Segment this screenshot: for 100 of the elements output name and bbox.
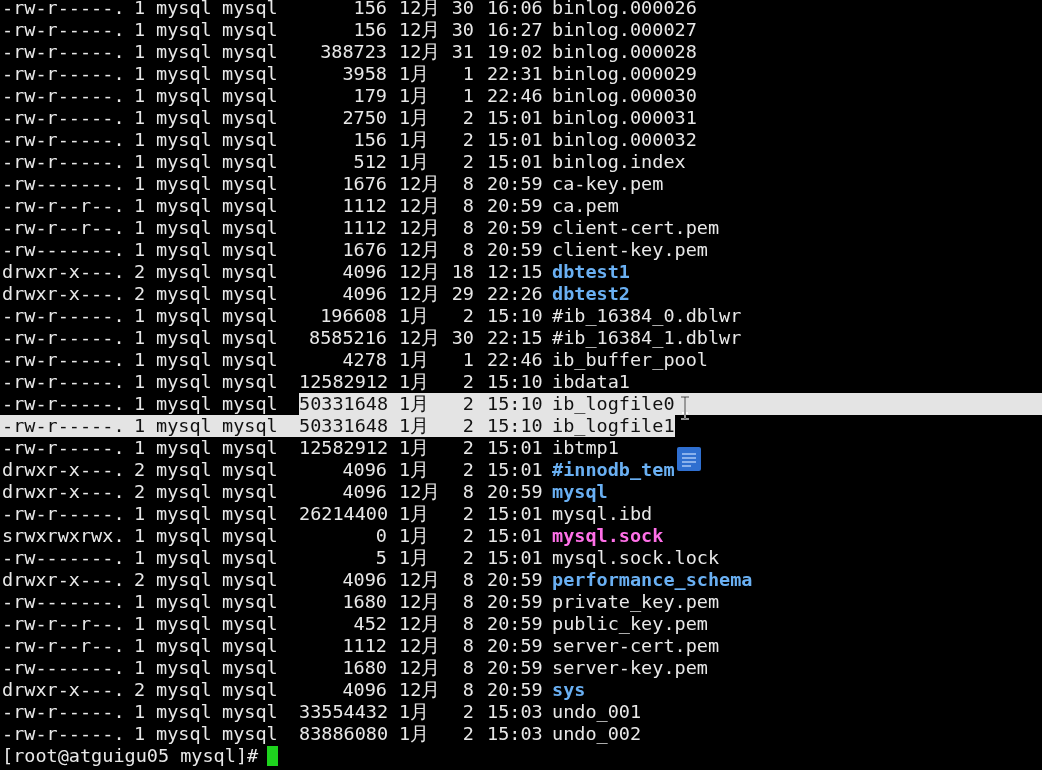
time-text: 20:59 [486, 657, 544, 679]
file-name: server-cert.pem [552, 635, 720, 657]
link-count: 1 [134, 437, 147, 459]
link-count: 1 [134, 701, 147, 723]
owner-text: mysql [156, 151, 213, 173]
month-text: 12月 [398, 239, 441, 261]
day-text: 2 [461, 393, 474, 415]
day-text: 2 [461, 547, 474, 569]
file-name: client-key.pem [552, 239, 708, 261]
month-text: 1月 [398, 63, 431, 85]
time-text: 15:10 [486, 371, 544, 393]
file-name: ca.pem [552, 195, 619, 217]
group-text: mysql [222, 547, 279, 569]
owner-text: mysql [156, 613, 213, 635]
permissions-text: -rw-------. [2, 239, 126, 261]
month-text: 12月 [398, 217, 441, 239]
permissions-text: -rw-r-----. [2, 63, 126, 85]
file-size: 196608 [319, 305, 387, 327]
file-name: binlog.000027 [552, 19, 697, 41]
file-size: 83886080 [299, 723, 387, 745]
month-text: 12月 [398, 0, 441, 19]
link-count: 1 [134, 173, 147, 195]
link-count: 1 [134, 19, 147, 41]
owner-text: mysql [156, 305, 213, 327]
file-size: 1112 [341, 195, 387, 217]
group-text: mysql [222, 0, 279, 19]
month-text: 1月 [398, 415, 431, 437]
file-name: public_key.pem [552, 613, 708, 635]
time-text: 15:01 [486, 459, 544, 481]
owner-text: mysql [156, 239, 213, 261]
month-text: 1月 [398, 723, 431, 745]
time-text: 20:59 [486, 679, 544, 701]
file-size: 2750 [341, 107, 387, 129]
owner-text: mysql [156, 679, 213, 701]
file-size: 156 [352, 0, 387, 19]
file-size: 452 [352, 613, 387, 635]
day-text: 31 [450, 41, 474, 63]
file-name: binlog.000029 [552, 63, 697, 85]
day-text: 2 [461, 151, 474, 173]
time-text: 15:01 [486, 525, 544, 547]
text-cursor [267, 746, 279, 766]
permissions-text: -rw-r-----. [2, 107, 126, 129]
owner-text: mysql [156, 723, 213, 745]
link-count: 1 [134, 85, 147, 107]
owner-text: mysql [156, 503, 213, 525]
file-name: client-cert.pem [552, 217, 720, 239]
group-text: mysql [222, 107, 279, 129]
group-text: mysql [222, 613, 279, 635]
owner-text: mysql [156, 173, 213, 195]
time-text: 20:59 [486, 239, 544, 261]
link-count: 1 [134, 371, 147, 393]
month-text: 12月 [398, 195, 441, 217]
owner-text: mysql [156, 283, 213, 305]
time-text: 22:46 [486, 85, 544, 107]
month-text: 1月 [398, 459, 431, 481]
file-size: 50331648 [299, 393, 387, 415]
link-count: 1 [134, 305, 147, 327]
link-count: 1 [134, 393, 147, 415]
day-text: 8 [461, 591, 474, 613]
month-text: 1月 [398, 305, 431, 327]
file-size: 1680 [341, 657, 387, 679]
file-name: undo_001 [552, 701, 642, 723]
day-text: 2 [461, 129, 474, 151]
link-count: 1 [134, 657, 147, 679]
file-size: 4096 [341, 261, 387, 283]
time-text: 22:15 [486, 327, 544, 349]
day-text: 8 [461, 173, 474, 195]
time-text: 15:10 [486, 305, 544, 327]
link-count: 2 [134, 283, 147, 305]
time-text: 15:10 [486, 393, 544, 415]
link-count: 1 [134, 217, 147, 239]
file-name: dbtest1 [552, 261, 630, 283]
owner-text: mysql [156, 41, 213, 63]
permissions-text: -rw-r-----. [2, 41, 126, 63]
group-text: mysql [222, 415, 279, 437]
file-size: 33554432 [299, 701, 387, 723]
file-name: server-key.pem [552, 657, 708, 679]
time-text: 22:31 [486, 63, 544, 85]
month-text: 1月 [398, 151, 431, 173]
group-text: mysql [222, 19, 279, 41]
link-count: 1 [134, 239, 147, 261]
month-text: 12月 [398, 613, 441, 635]
file-name: #innodb_tem [552, 459, 675, 481]
month-text: 12月 [398, 41, 441, 63]
owner-text: mysql [156, 635, 213, 657]
owner-text: mysql [156, 459, 213, 481]
file-name: binlog.000030 [552, 85, 697, 107]
file-size: 0 [374, 525, 387, 547]
file-size: 388723 [319, 41, 387, 63]
permissions-text: -rw-r--r--. [2, 613, 126, 635]
day-text: 2 [461, 371, 474, 393]
day-text: 30 [450, 19, 474, 41]
file-size: 1676 [341, 173, 387, 195]
link-count: 2 [134, 679, 147, 701]
file-name: ib_buffer_pool [552, 349, 708, 371]
link-count: 1 [134, 525, 147, 547]
day-text: 8 [461, 569, 474, 591]
month-text: 12月 [398, 569, 441, 591]
time-text: 20:59 [486, 217, 544, 239]
day-text: 8 [461, 635, 474, 657]
